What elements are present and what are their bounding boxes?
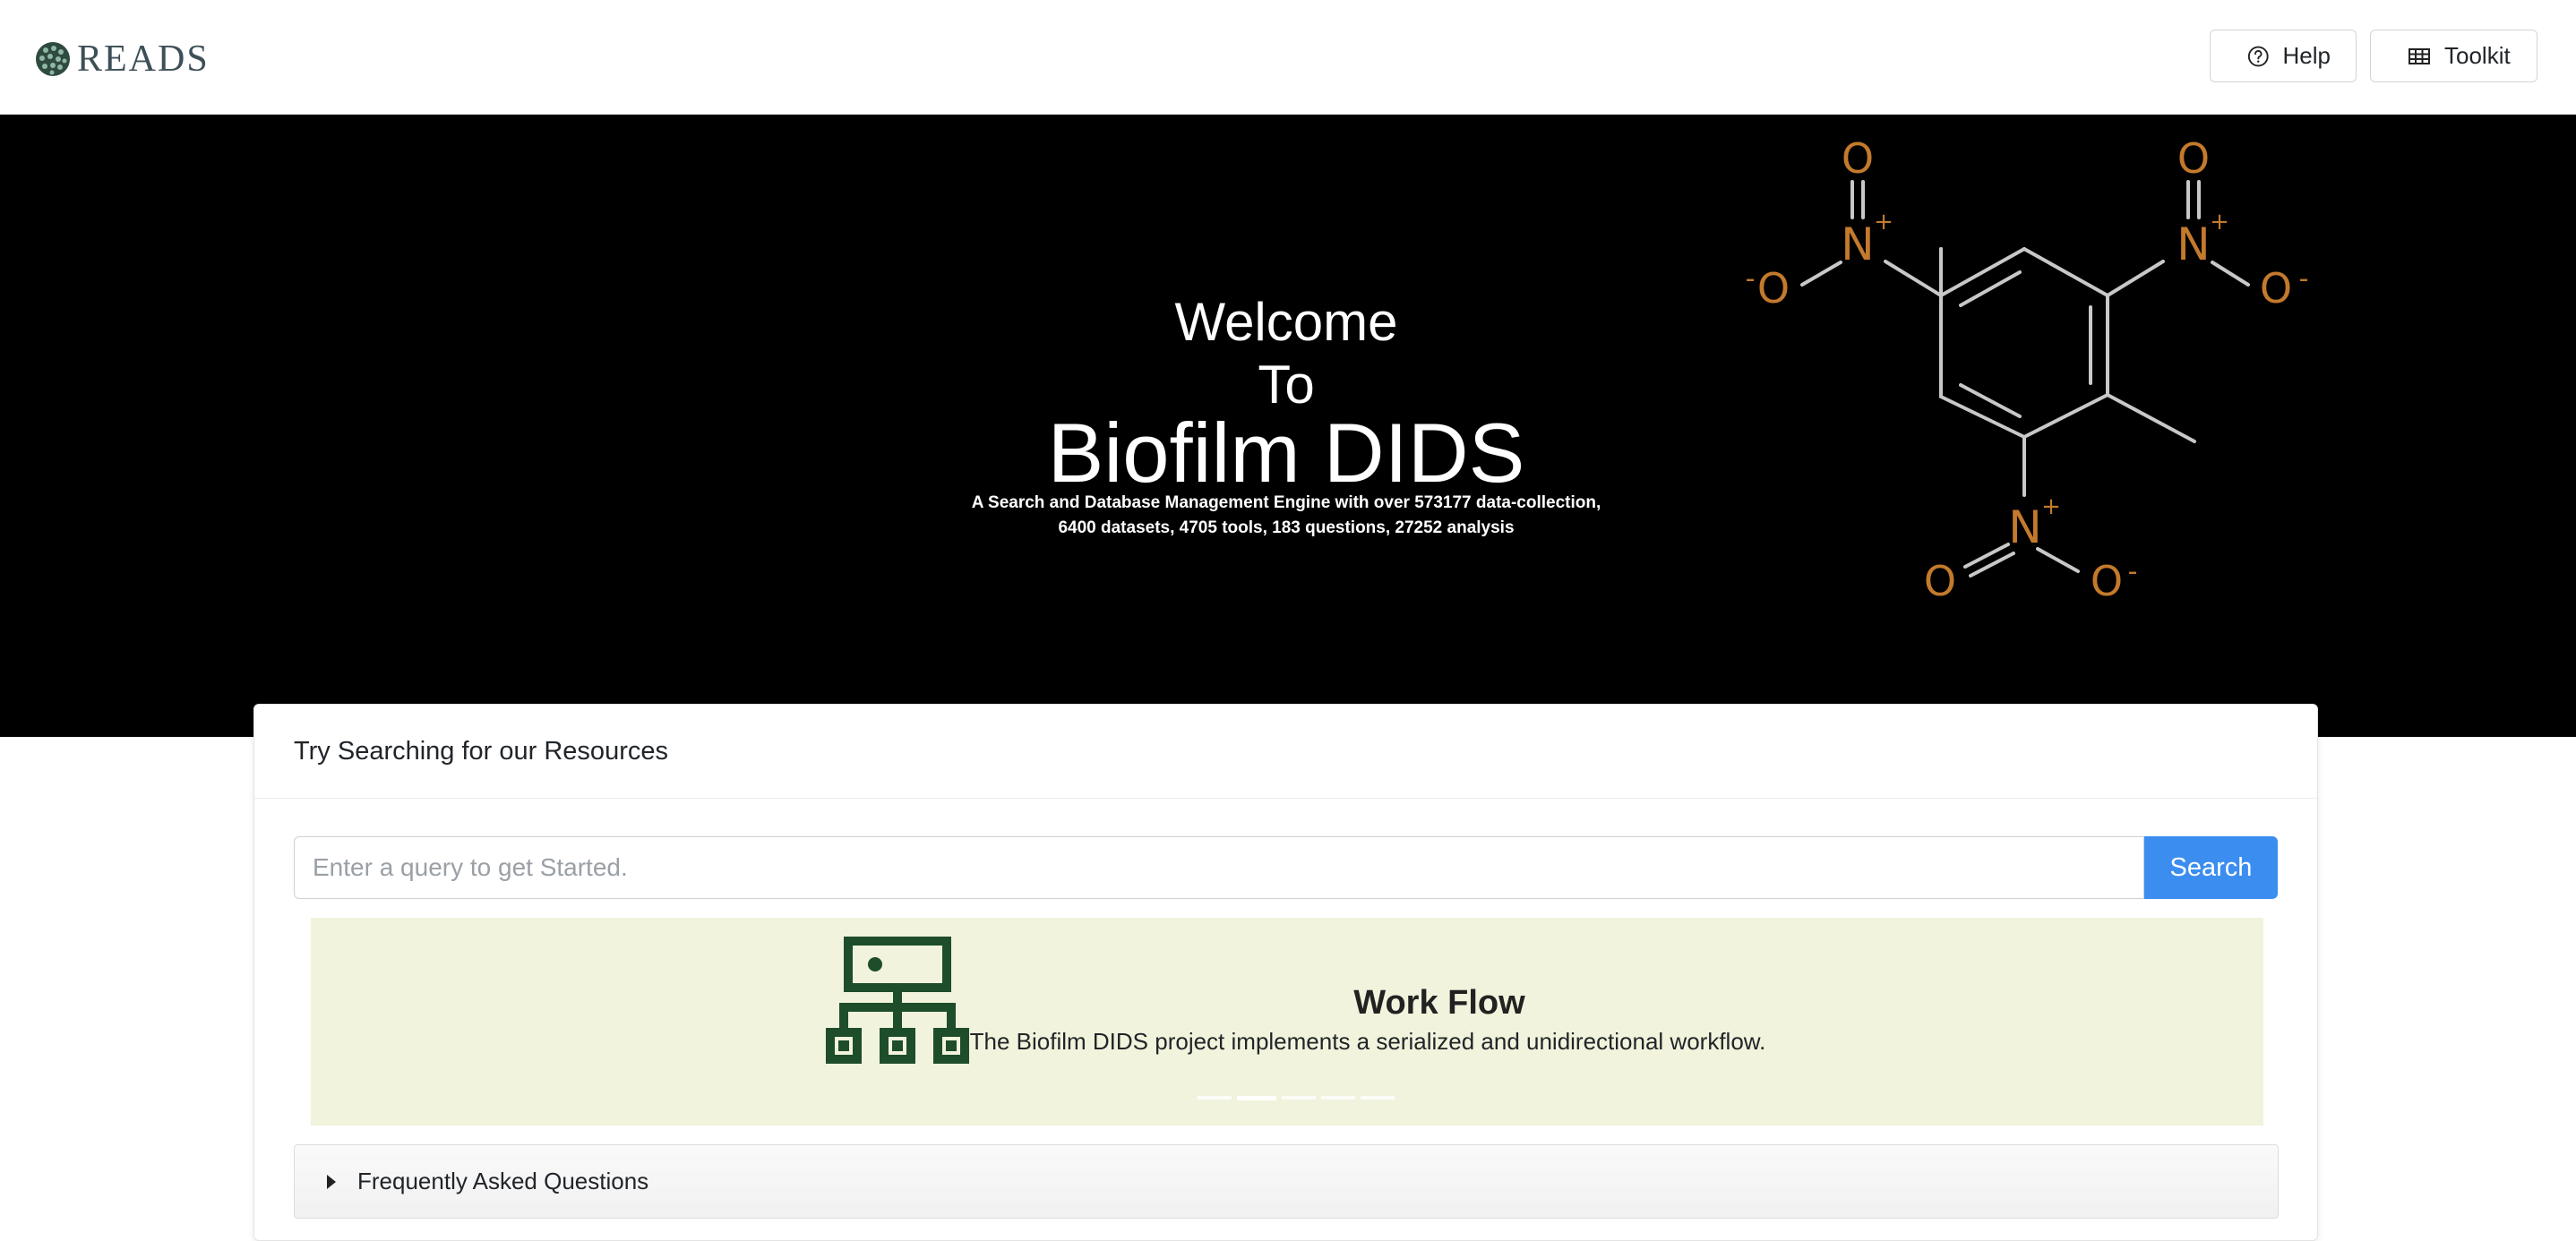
sitemap-icon — [826, 937, 969, 1064]
slide-title: Work Flow — [1353, 984, 1525, 1022]
svg-text:+: + — [2210, 209, 2229, 235]
workflow-carousel[interactable]: Work Flow The Biofilm DIDS project imple… — [311, 918, 2263, 1125]
svg-text:O: O — [2260, 264, 2292, 312]
tagline-line-2: 6400 datasets, 4705 tools, 183 questions… — [1058, 518, 1515, 537]
svg-text:O: O — [2091, 557, 2123, 605]
slide-text: The Biofilm DIDS project implements a se… — [969, 1028, 1766, 1055]
carousel-indicator-5[interactable] — [1361, 1096, 1395, 1100]
faq-label: Frequently Asked Questions — [357, 1168, 649, 1194]
search-card-title: Try Searching for our Resources — [294, 737, 668, 766]
hero-to: To — [1258, 355, 1315, 415]
tagline-line-1: A Search and Database Management Engine … — [971, 493, 1601, 512]
search-input[interactable] — [294, 836, 2144, 899]
logo-globe-icon — [36, 42, 70, 76]
svg-text:O: O — [1924, 557, 1956, 605]
table-icon — [2409, 47, 2430, 64]
svg-text:N: N — [2008, 501, 2041, 553]
search-card-header: Try Searching for our Resources — [254, 705, 2317, 799]
hero-tagline: A Search and Database Management Engine … — [928, 491, 1644, 541]
caret-right-icon — [327, 1174, 336, 1189]
search-card: Try Searching for our Resources Search W… — [253, 704, 2318, 1241]
help-label: Help — [2282, 42, 2331, 69]
svg-text:N: N — [2177, 218, 2210, 270]
hero-banner: Welcome To Biofilm DIDS A Search and Dat… — [0, 115, 2576, 737]
search-button[interactable]: Search — [2144, 836, 2278, 899]
hero-welcome: Welcome — [1174, 292, 1398, 352]
hero-title: Biofilm DIDS — [1047, 406, 1525, 500]
molecule-illustration: O N + O - O N + O - N + O O - — [1746, 134, 2309, 605]
site-logo[interactable]: READS — [34, 38, 210, 81]
logo-text: READS — [77, 39, 210, 80]
svg-text:-: - — [1746, 263, 1756, 295]
atom-n: N — [1841, 218, 1874, 270]
carousel-indicator-1[interactable] — [1198, 1096, 1232, 1100]
toolkit-label: Toolkit — [2444, 42, 2511, 69]
svg-text:-: - — [2299, 263, 2309, 295]
carousel-indicator-3[interactable] — [1282, 1096, 1316, 1100]
svg-text:O: O — [1757, 264, 1790, 312]
atom-o: O — [1842, 134, 1874, 183]
carousel-indicators — [1198, 1096, 1395, 1100]
carousel-indicator-2[interactable] — [1237, 1096, 1276, 1100]
faq-toggle[interactable]: Frequently Asked Questions — [294, 1144, 2279, 1219]
svg-text:O: O — [2177, 134, 2210, 183]
question-circle-icon — [2247, 46, 2269, 66]
top-navbar: READS Help Toolkit — [0, 0, 2576, 115]
toolkit-button[interactable]: Toolkit — [2370, 30, 2537, 82]
carousel-indicator-4[interactable] — [1321, 1096, 1355, 1100]
svg-text:+: + — [2041, 493, 2061, 520]
svg-text:+: + — [1874, 209, 1893, 235]
help-button[interactable]: Help — [2210, 30, 2357, 82]
svg-text:-: - — [2128, 556, 2138, 587]
